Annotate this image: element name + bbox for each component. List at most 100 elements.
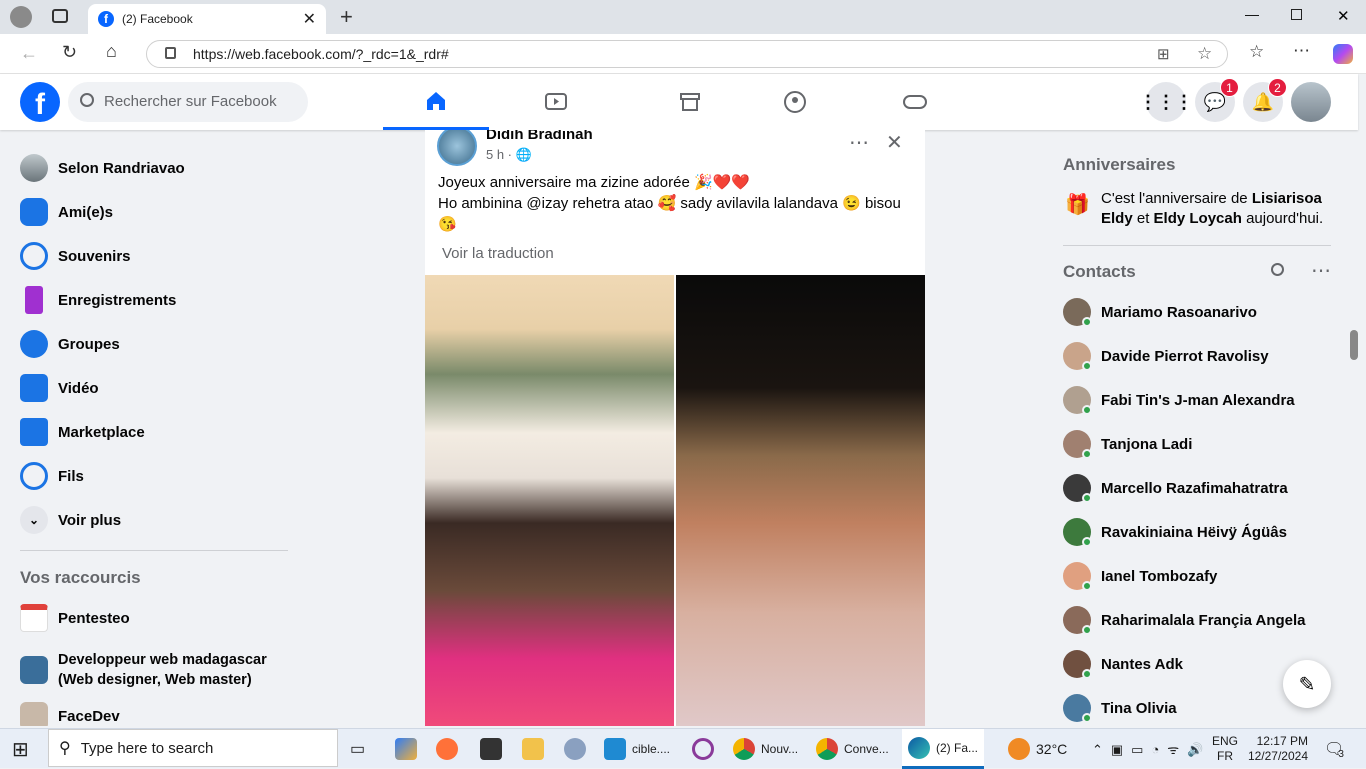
home-icon[interactable]: ⌂ [106, 41, 117, 62]
browser-tab-facebook[interactable]: f (2) Facebook ✕ [88, 4, 326, 34]
close-tab-icon[interactable]: ✕ [303, 9, 316, 29]
copilot-icon[interactable] [1333, 44, 1353, 64]
chrome-icon [733, 738, 755, 760]
sidebar-item-friends[interactable]: Ami(e)s [20, 194, 113, 230]
facebook-logo[interactable]: f [20, 82, 60, 122]
contact-item[interactable]: Nantes Adk [1063, 646, 1183, 682]
sidebar-item-video[interactable]: Vidéo [20, 370, 99, 406]
search-contacts-icon[interactable] [1271, 263, 1284, 276]
sidebar-item-marketplace[interactable]: Marketplace [20, 414, 145, 450]
start-button[interactable]: ⊞ [12, 729, 29, 769]
contact-item[interactable]: Ravakiniaina Hëivÿ Ágüâs [1063, 514, 1287, 550]
avatar [1063, 386, 1092, 415]
birthday-name-2[interactable]: Eldy Loycah [1154, 210, 1242, 227]
taskbar-app-vscode[interactable]: cible.... [604, 729, 670, 769]
app-icon[interactable] [692, 729, 720, 769]
post-author-avatar[interactable] [437, 130, 477, 166]
sidebar-item-feeds[interactable]: Fils [20, 458, 84, 494]
sidebar-item-memories[interactable]: Souvenirs [20, 238, 131, 274]
post-photo-right[interactable] [676, 275, 925, 726]
new-message-button[interactable]: ✎ [1283, 660, 1331, 708]
contact-item[interactable]: Davide Pierrot Ravolisy [1063, 338, 1269, 374]
contact-item[interactable]: Raharimalala Françia Angela [1063, 602, 1306, 638]
tray-icons[interactable]: ⌃▣▭◔ᯤ🔊 [1092, 729, 1211, 769]
sidebar-item-label: Voir plus [58, 511, 122, 529]
contact-item[interactable]: Tanjona Ladi [1063, 426, 1192, 462]
sidebar-item-see-more[interactable]: ⌄ Voir plus [20, 502, 121, 538]
nav-groups[interactable] [742, 74, 848, 130]
profile-icon[interactable] [10, 6, 32, 28]
scrollbar-thumb[interactable] [1350, 330, 1358, 360]
shortcuts-title: Vos raccourcis [20, 568, 141, 587]
taskbar-app-chrome-1[interactable]: Nouv... [733, 729, 798, 769]
contact-item[interactable]: Ianel Tombozafy [1063, 558, 1217, 594]
shortcut-item[interactable]: FaceDev [20, 698, 120, 726]
post-photo-left[interactable] [425, 275, 674, 726]
account-avatar[interactable] [1291, 82, 1331, 122]
clock[interactable]: 12:17 PM 12/27/2024 [1248, 729, 1308, 769]
nav-home[interactable] [383, 74, 489, 130]
birthday-text[interactable]: C'est l'anniversaire de Lisiarisoa Eldy … [1101, 189, 1331, 229]
sidebar-item-groups[interactable]: Groupes [20, 326, 120, 362]
taskbar-search[interactable]: ⚲ Type here to search [48, 729, 338, 767]
contact-name: Ianel Tombozafy [1101, 567, 1218, 585]
contact-item[interactable]: Fabi Tin's J-man Alexandra [1063, 382, 1295, 418]
sidebar-item-profile[interactable]: Selon Randriavao [20, 150, 185, 186]
app-icon[interactable] [564, 729, 592, 769]
weather-widget[interactable]: 32°C [1008, 729, 1067, 769]
app-icon[interactable] [480, 729, 508, 769]
favorite-star-icon[interactable]: ☆ [1197, 44, 1212, 64]
nav-video[interactable] [503, 74, 609, 130]
reload-icon[interactable]: ↻ [62, 42, 77, 63]
close-window-icon[interactable]: ✕ [1337, 7, 1350, 25]
online-status-dot [1082, 669, 1092, 679]
contact-item[interactable]: Tina Olivia [1063, 690, 1177, 726]
restore-icon[interactable] [1291, 9, 1302, 20]
contact-item[interactable]: Mariamo Rasoanarivo [1063, 294, 1257, 330]
nav-gaming[interactable] [862, 74, 968, 130]
video-nav-icon [545, 93, 567, 110]
taskbar-app-label: (2) Fa... [936, 740, 979, 755]
menu-button[interactable]: ⋮⋮⋮ [1139, 82, 1193, 122]
favorites-icon[interactable]: ☆ [1249, 42, 1264, 62]
avatar [1063, 606, 1092, 635]
new-tab-icon[interactable]: + [340, 4, 353, 30]
notification-center[interactable]: 🗨 3 [1324, 729, 1344, 769]
contact-name: Ravakiniaina Hëivÿ Ágüâs [1101, 523, 1287, 541]
nav-marketplace[interactable] [637, 74, 743, 130]
sidebar-item-saved[interactable]: Enregistrements [20, 282, 176, 318]
apps-icon[interactable]: ⊞ [1157, 45, 1170, 63]
shortcut-item[interactable]: Developpeur web madagascar (Web designer… [20, 648, 280, 692]
contact-name: Fabi Tin's J-man Alexandra [1101, 391, 1295, 409]
notifications-badge: 2 [1268, 78, 1287, 97]
contact-item[interactable]: Marcello Razafimahatratra [1063, 470, 1288, 506]
more-icon[interactable]: ⋯ [1293, 41, 1310, 61]
shortcut-item[interactable]: Pentesteo [20, 600, 130, 636]
tab-actions-icon[interactable] [52, 9, 68, 23]
app-icon[interactable] [395, 729, 423, 769]
notifications-button[interactable]: 🔔 2 [1243, 78, 1287, 122]
post-options-icon[interactable]: ⋯ [849, 130, 869, 155]
app-icon[interactable] [436, 729, 464, 769]
weather-temp: 32°C [1036, 741, 1068, 757]
url-field[interactable]: https://web.facebook.com/?_rdc=1&_rdr# ⊞… [146, 40, 1228, 68]
post-time[interactable]: 5 h · 🌐 [486, 147, 532, 163]
divider [20, 550, 288, 551]
back-icon[interactable]: ← [20, 43, 38, 64]
folder-icon [522, 738, 544, 760]
post-close-icon[interactable]: ✕ [886, 130, 903, 155]
search-input[interactable]: Rechercher sur Facebook [68, 82, 308, 122]
lang-line1: ENG [1212, 734, 1239, 748]
messenger-button[interactable]: 💬 1 [1195, 78, 1239, 122]
post-author[interactable]: Didih Bradinah [486, 130, 593, 143]
minimize-icon[interactable]: — [1245, 6, 1259, 22]
home-nav-icon [427, 91, 445, 110]
language-indicator[interactable]: ENG FR [1212, 729, 1238, 769]
taskbar-app-edge[interactable]: (2) Fa... [902, 729, 985, 769]
contacts-options-icon[interactable]: ⋯ [1311, 258, 1331, 283]
taskbar-app-chrome-2[interactable]: Conve... [816, 729, 889, 769]
app-icon[interactable] [522, 729, 550, 769]
task-view-icon[interactable]: ▭ [350, 729, 365, 769]
group-thumbnail [20, 702, 48, 726]
see-translation-link[interactable]: Voir la traduction [442, 245, 554, 262]
